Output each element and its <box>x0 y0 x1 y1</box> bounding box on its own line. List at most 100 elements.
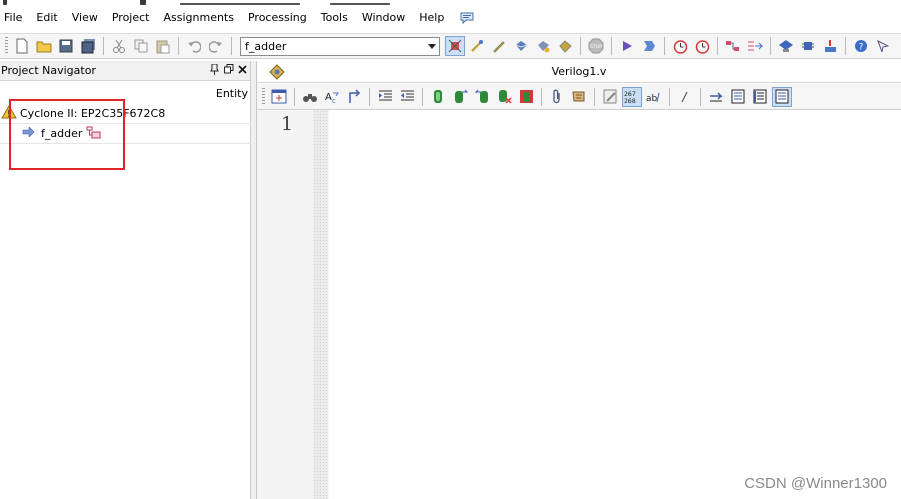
editor-tab-bar: Verilog1.v <box>257 61 901 83</box>
prev-bookmark-icon[interactable] <box>472 87 492 107</box>
toolbar-separator <box>594 87 595 106</box>
start-compile-icon[interactable] <box>617 36 637 56</box>
editor-toolbar: Ac 267 268 ab <box>257 84 901 110</box>
entity-arrow-icon <box>22 126 35 140</box>
svg-text:?: ? <box>859 43 864 53</box>
close-icon[interactable] <box>237 64 248 77</box>
help-icon[interactable]: ? <box>851 36 871 56</box>
tree-row-device[interactable]: Cyclone II: EP2C35F672C8 <box>0 104 251 124</box>
menu-assignments[interactable]: Assignments <box>156 8 241 28</box>
pencil-icon[interactable] <box>489 36 509 56</box>
bookmark-icon[interactable] <box>428 87 448 107</box>
new-file-icon[interactable] <box>12 36 32 56</box>
stop-icon[interactable]: STOP <box>586 36 606 56</box>
rtl-viewer-icon[interactable] <box>723 36 743 56</box>
toolbar-separator <box>422 87 423 106</box>
entity-combo-value: f_adder <box>245 39 287 53</box>
edit-document-icon[interactable] <box>600 87 620 107</box>
project-navigator-panel: Project Navigator Entity Cyclone II: EP2… <box>0 61 251 499</box>
wrap-icon[interactable] <box>706 87 726 107</box>
restore-icon[interactable] <box>223 64 234 77</box>
toolbar-separator <box>231 37 232 55</box>
menu-tools[interactable]: Tools <box>314 8 355 28</box>
menu-view[interactable]: View <box>65 8 105 28</box>
analysis-icon[interactable] <box>555 36 575 56</box>
clear-bookmarks-icon[interactable] <box>494 87 514 107</box>
open-folder-icon[interactable] <box>34 36 54 56</box>
next-bookmark-icon[interactable] <box>450 87 470 107</box>
line-numbers-icon[interactable]: 267 268 <box>622 86 642 107</box>
warning-triangle-icon <box>1 105 17 122</box>
scroll-template-icon[interactable] <box>569 87 589 107</box>
entity-combo[interactable]: f_adder <box>240 36 440 56</box>
toolbar-separator <box>717 37 718 55</box>
menu-processing[interactable]: Processing <box>241 8 314 28</box>
goto-line-icon[interactable] <box>344 87 364 107</box>
toolbar-separator <box>103 37 104 55</box>
menu-project[interactable]: Project <box>105 8 157 28</box>
hierarchy-icon <box>86 126 101 142</box>
bookmark-list-icon[interactable] <box>516 87 536 107</box>
entity-column-header[interactable]: Entity <box>216 87 248 100</box>
outline-view-icon[interactable] <box>772 86 792 107</box>
fold-margin <box>313 110 328 499</box>
cut-icon[interactable] <box>109 36 129 56</box>
timing-quest-icon[interactable] <box>692 36 712 56</box>
menu-help[interactable]: Help <box>412 8 451 28</box>
text-editor[interactable]: 1 <box>257 110 901 499</box>
toolbar-separator <box>700 87 701 106</box>
copy-icon[interactable] <box>131 36 151 56</box>
find-replace-icon[interactable]: Ac <box>322 87 342 107</box>
toolbar-grip[interactable] <box>262 87 265 106</box>
device-label: Cyclone II: EP2C35F672C8 <box>20 107 166 120</box>
attach-icon[interactable] <box>547 87 567 107</box>
insert-line-icon[interactable] <box>675 87 695 107</box>
toolbar-separator <box>611 37 612 55</box>
open-window-icon[interactable] <box>269 87 289 107</box>
decrease-indent-icon[interactable] <box>397 87 417 107</box>
main-toolbar: f_adder STOP ? <box>0 33 901 59</box>
paste-icon[interactable] <box>153 36 173 56</box>
chip-icon[interactable] <box>798 36 818 56</box>
find-icon[interactable] <box>300 87 320 107</box>
entity-label: f_adder <box>41 127 83 140</box>
svg-text:c: c <box>332 97 336 104</box>
tree-row-entity[interactable]: f_adder <box>0 124 251 144</box>
pin-icon[interactable] <box>209 63 220 78</box>
redo-icon[interactable] <box>206 36 226 56</box>
signal-tap-icon[interactable] <box>820 36 840 56</box>
programmer-icon[interactable] <box>776 36 796 56</box>
toolbar-grip[interactable] <box>5 37 8 55</box>
title-fragment <box>180 0 300 5</box>
spell-check-icon[interactable]: ab <box>644 87 664 107</box>
toolbar-separator <box>845 37 846 55</box>
speech-bubble-icon[interactable] <box>459 10 475 26</box>
undo-icon[interactable] <box>184 36 204 56</box>
title-fragment <box>3 0 7 5</box>
document-view-icon[interactable] <box>728 87 748 107</box>
what-is-this-icon[interactable] <box>873 36 893 56</box>
save-icon[interactable] <box>56 36 76 56</box>
svg-text:268: 268 <box>624 97 636 105</box>
save-all-icon[interactable] <box>78 36 98 56</box>
pin-planner-icon[interactable] <box>467 36 487 56</box>
toolbar-separator <box>770 37 771 55</box>
chip-planner-icon[interactable] <box>445 36 465 56</box>
document-title[interactable]: Verilog1.v <box>257 65 901 78</box>
menu-file[interactable]: File <box>0 8 29 28</box>
settings-gem-icon[interactable] <box>511 36 531 56</box>
project-navigator-header: Project Navigator <box>0 61 250 81</box>
increase-indent-icon[interactable] <box>375 87 395 107</box>
toolbar-separator <box>369 87 370 106</box>
split-view-icon[interactable] <box>750 87 770 107</box>
menu-window[interactable]: Window <box>355 8 412 28</box>
start-analysis-icon[interactable] <box>639 36 659 56</box>
compile-icon[interactable] <box>533 36 553 56</box>
timing-analyzer-icon[interactable] <box>670 36 690 56</box>
title-fragment <box>140 0 146 5</box>
chevron-down-icon[interactable] <box>425 38 439 55</box>
toolbar-separator <box>178 37 179 55</box>
toolbar-separator <box>294 87 295 106</box>
menu-edit[interactable]: Edit <box>29 8 64 28</box>
netlist-viewer-icon[interactable] <box>745 36 765 56</box>
